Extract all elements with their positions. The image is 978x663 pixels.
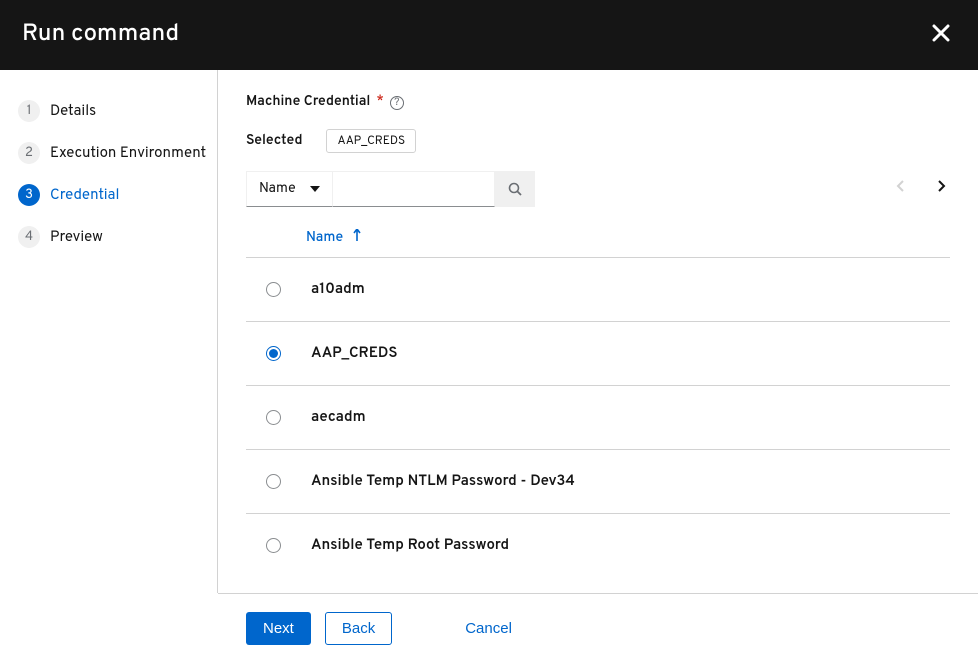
toolbar: Name: [246, 171, 950, 207]
modal-footer: Next Back Cancel: [218, 593, 978, 663]
wizard-step-preview[interactable]: 4 Preview: [18, 220, 217, 254]
credential-name: aecadm: [311, 408, 366, 427]
step-label: Preview: [50, 228, 103, 247]
selected-chip: AAP_CREDS: [326, 129, 416, 153]
wizard-step-details[interactable]: 1 Details: [18, 94, 217, 128]
step-number: 1: [18, 100, 40, 122]
wizard-step-execution-environment[interactable]: 2 Execution Environment: [18, 136, 217, 170]
step-number: 4: [18, 226, 40, 248]
close-icon: [932, 24, 950, 42]
prev-page-button[interactable]: [892, 176, 908, 202]
chevron-left-icon: [896, 180, 904, 192]
modal-header: Run command: [0, 0, 978, 70]
next-page-button[interactable]: [934, 176, 950, 202]
table-row[interactable]: aecadm: [246, 385, 950, 449]
wizard-content: Machine Credential * ? Selected AAP_CRED…: [218, 70, 978, 593]
help-icon[interactable]: ?: [390, 96, 404, 110]
credential-name: Ansible Temp NTLM Password - Dev34: [311, 472, 575, 491]
table-header: Name: [246, 229, 950, 257]
search-button[interactable]: [495, 171, 535, 207]
back-button[interactable]: Back: [325, 612, 392, 645]
credential-radio[interactable]: [266, 346, 281, 361]
table-row[interactable]: Ansible Temp NTLM Password - Dev34: [246, 449, 950, 513]
credential-name: a10adm: [311, 280, 365, 299]
credential-table: Name a10adm AAP_CREDSaecadm Ansible Temp N…: [246, 229, 950, 577]
pagination: [892, 176, 950, 202]
selected-row: Selected AAP_CREDS: [246, 129, 950, 153]
step-label: Details: [50, 102, 96, 121]
search-group: Name: [246, 171, 535, 207]
caret-down-icon: [310, 186, 320, 192]
chevron-right-icon: [938, 180, 946, 192]
step-number: 3: [18, 184, 40, 206]
credential-name: Ansible Temp Root Password: [311, 536, 509, 555]
next-button[interactable]: Next: [246, 612, 311, 645]
step-number: 2: [18, 142, 40, 164]
table-row[interactable]: a10adm: [246, 257, 950, 321]
credential-radio[interactable]: [266, 538, 281, 553]
modal-title: Run command: [22, 20, 179, 50]
step-label: Execution Environment: [50, 144, 206, 163]
table-row[interactable]: Ansible Temp Root Password: [246, 513, 950, 577]
modal-body: 1 Details 2 Execution Environment 3 Cred…: [0, 70, 978, 593]
filter-dropdown[interactable]: Name: [246, 171, 333, 207]
selected-label: Selected: [246, 133, 302, 150]
step-label: Credential: [50, 186, 119, 205]
field-header: Machine Credential * ?: [246, 94, 950, 111]
field-label: Machine Credential: [246, 94, 370, 111]
required-indicator: *: [376, 94, 383, 111]
table-row[interactable]: AAP_CREDS: [246, 321, 950, 385]
wizard-step-credential[interactable]: 3 Credential: [18, 178, 217, 212]
credential-radio[interactable]: [266, 410, 281, 425]
credential-name: AAP_CREDS: [311, 344, 398, 363]
column-header-name[interactable]: Name: [306, 230, 343, 247]
search-input[interactable]: [333, 171, 495, 207]
credential-radio[interactable]: [266, 474, 281, 489]
wizard-sidebar: 1 Details 2 Execution Environment 3 Cred…: [0, 70, 218, 593]
cancel-button[interactable]: Cancel: [448, 612, 529, 645]
filter-dropdown-label: Name: [259, 181, 296, 198]
credential-radio[interactable]: [266, 282, 281, 297]
sort-asc-icon[interactable]: [353, 229, 361, 247]
search-icon: [508, 182, 522, 196]
close-button[interactable]: [932, 19, 950, 52]
